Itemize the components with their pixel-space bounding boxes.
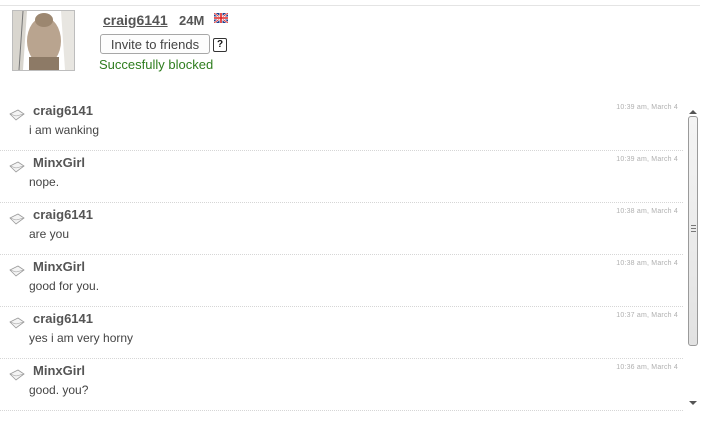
message-timestamp: 10:36 am, March 4	[616, 364, 678, 371]
message-timestamp: 10:39 am, March 4	[616, 156, 678, 163]
chat-scrollbar[interactable]	[685, 110, 702, 410]
message-sender[interactable]: craig6141	[33, 103, 93, 118]
message-timestamp: 10:37 am, March 4	[616, 312, 678, 319]
message-text: nope.	[29, 175, 60, 189]
message-sender[interactable]: craig6141	[33, 311, 93, 326]
profile-avatar[interactable]	[12, 10, 75, 71]
scrollbar-thumb[interactable]	[688, 116, 698, 346]
grip-icon	[691, 225, 696, 232]
message-sender[interactable]: MinxGirl	[33, 259, 85, 274]
envelope-icon	[9, 109, 25, 121]
chat-message: craig6141 10:38 am, March 4 are you	[0, 203, 683, 255]
envelope-icon	[9, 213, 25, 225]
envelope-icon	[9, 369, 25, 381]
message-text: are you	[29, 227, 70, 241]
help-button[interactable]: ?	[213, 38, 227, 52]
scroll-up-arrow-icon[interactable]	[689, 110, 697, 114]
profile-username[interactable]: craig6141	[103, 12, 168, 28]
chat-message: craig6141 10:37 am, March 4 yes i am ver…	[0, 307, 683, 359]
block-status-message: Succesfully blocked	[99, 57, 214, 72]
invite-to-friends-button[interactable]: Invite to friends	[100, 34, 210, 54]
scrollbar-track[interactable]	[688, 116, 698, 400]
message-sender[interactable]: MinxGirl	[33, 155, 85, 170]
message-timestamp: 10:38 am, March 4	[616, 208, 678, 215]
message-timestamp: 10:39 am, March 4	[616, 104, 678, 111]
message-sender[interactable]: MinxGirl	[33, 363, 85, 378]
uk-flag-icon	[214, 13, 228, 23]
chat-message-list: craig6141 10:39 am, March 4 i am wanking…	[0, 99, 683, 411]
message-sender[interactable]: craig6141	[33, 207, 93, 222]
message-timestamp: 10:38 am, March 4	[616, 260, 678, 267]
message-text: yes i am very horny	[29, 331, 134, 345]
top-divider	[0, 5, 700, 6]
envelope-icon	[9, 317, 25, 329]
scroll-down-arrow-icon[interactable]	[689, 401, 697, 405]
profile-age-gender: 24M	[179, 13, 205, 28]
envelope-icon	[9, 161, 25, 173]
envelope-icon	[9, 265, 25, 277]
message-text: good for you.	[29, 279, 100, 293]
chat-message: MinxGirl 10:38 am, March 4 good for you.	[0, 255, 683, 307]
message-text: i am wanking	[29, 123, 100, 137]
chat-message: craig6141 10:39 am, March 4 i am wanking	[0, 99, 683, 151]
chat-message: MinxGirl 10:39 am, March 4 nope.	[0, 151, 683, 203]
chat-message: MinxGirl 10:36 am, March 4 good. you?	[0, 359, 683, 411]
message-text: good. you?	[29, 383, 89, 397]
